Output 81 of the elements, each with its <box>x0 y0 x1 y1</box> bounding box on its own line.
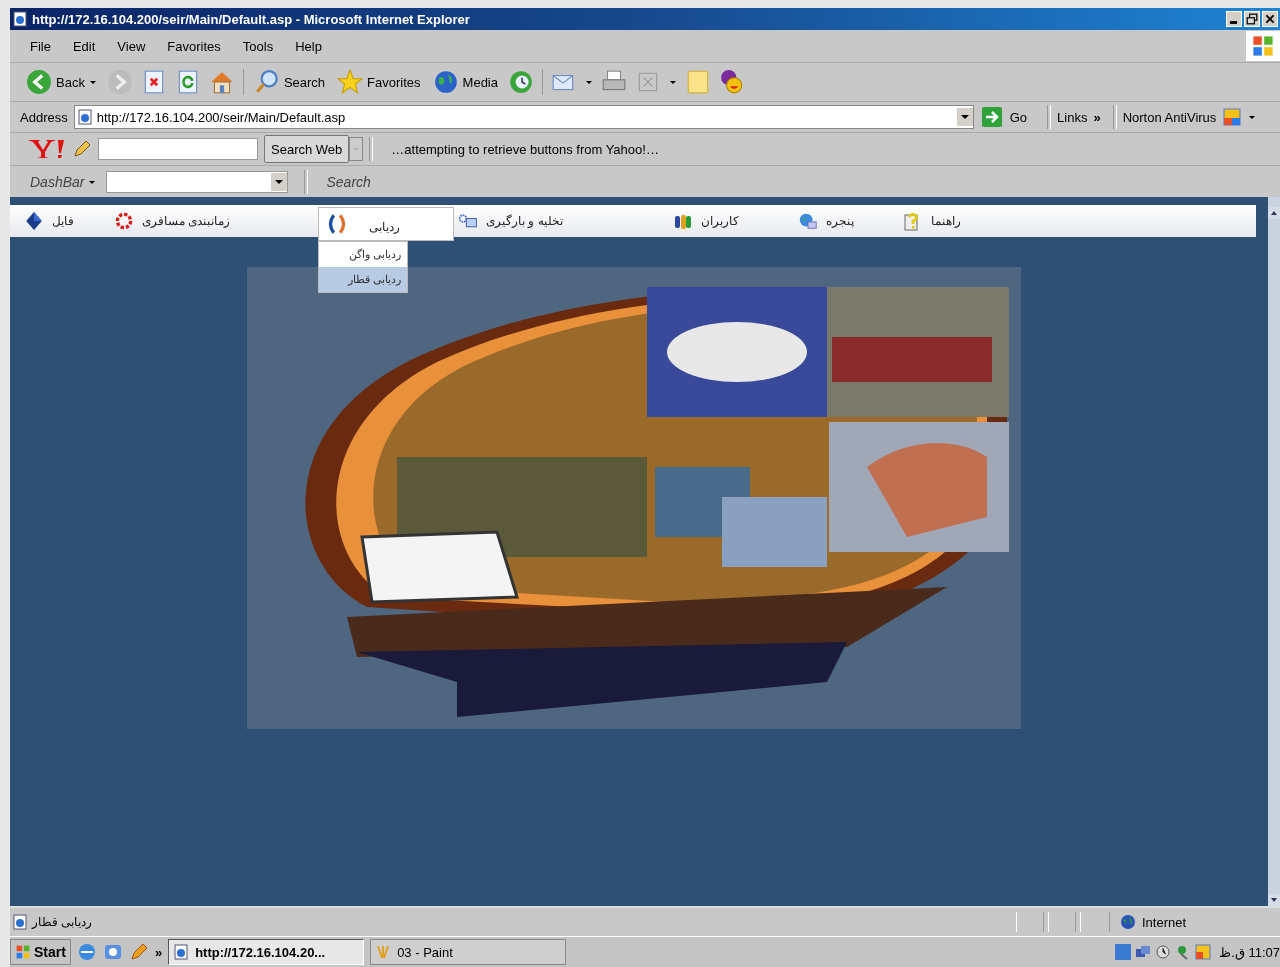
norton-label[interactable]: Norton AntiVirus <box>1122 109 1217 125</box>
network-icon[interactable] <box>1135 944 1152 960</box>
globe-icon <box>1120 914 1136 930</box>
menu-item[interactable]: Favorites <box>167 38 221 54</box>
search-web-button[interactable]: Search Web <box>264 135 350 163</box>
menu-item[interactable]: View <box>117 38 146 54</box>
menu-item[interactable]: File <box>30 38 51 54</box>
menu-item[interactable]: Tools <box>242 38 274 54</box>
language-icon[interactable] <box>1115 944 1132 960</box>
chevron[interactable]: » <box>1093 109 1101 125</box>
globe-window-icon <box>798 211 818 231</box>
nav-menu-item[interactable]: تخلیه و بارگیری <box>454 205 669 237</box>
clock: 11:07 ق.ظ <box>1219 944 1280 960</box>
status-bar-cell <box>1016 912 1044 932</box>
scroll-up-icon[interactable] <box>1268 207 1280 219</box>
star-icon <box>337 69 364 95</box>
history-icon[interactable] <box>508 69 534 95</box>
status-bar-cell <box>1048 912 1076 932</box>
toolbar-button[interactable]: Favorites <box>335 67 423 97</box>
close-icon <box>1264 13 1276 25</box>
y-logo-icon <box>26 137 66 161</box>
window-grid-icon[interactable] <box>1195 944 1212 960</box>
toolbar-button[interactable]: Media <box>430 67 500 97</box>
nav-menu-item[interactable]: پنجره <box>794 205 899 237</box>
caret-icon <box>88 78 97 86</box>
mail-icon[interactable] <box>102 942 123 962</box>
browser-icon[interactable] <box>76 942 97 962</box>
zone-label: Internet <box>1142 914 1187 930</box>
pencil-icon[interactable] <box>72 139 92 159</box>
taskbar-button[interactable]: 03 - Paint <box>370 939 567 965</box>
go-button[interactable]: Go <box>979 107 1042 127</box>
dashbar-menu[interactable]: DashBar <box>30 173 85 190</box>
status-text: ردیابی قطار <box>32 915 93 929</box>
caret-icon[interactable] <box>669 78 677 86</box>
scroll-bar[interactable] <box>1268 197 1280 906</box>
gear-icon <box>114 211 134 231</box>
links-label[interactable]: Links <box>1057 109 1088 125</box>
dropdown-item[interactable]: ردیابی قطار <box>319 267 407 292</box>
address-label: Address <box>20 109 68 125</box>
restore-button[interactable] <box>1244 11 1260 27</box>
dashbar-field[interactable] <box>106 170 289 193</box>
page-icon <box>12 11 28 27</box>
menu-item[interactable]: Edit <box>72 38 96 54</box>
toolbar-button[interactable]: Search <box>251 67 328 97</box>
caret-icon[interactable] <box>585 78 593 86</box>
pencil-icon[interactable] <box>128 942 149 962</box>
smiley-icon[interactable] <box>719 69 745 95</box>
close-button[interactable] <box>1262 11 1278 27</box>
paint-brushes-icon <box>375 944 392 960</box>
page-icon <box>173 944 190 960</box>
restore-icon <box>1246 13 1258 25</box>
address-field[interactable]: http://172.16.104.200/seir/Main/Default.asp <box>73 105 974 129</box>
nav-menu-item[interactable]: راهنما <box>899 205 1019 237</box>
taskbar-button[interactable]: http://172.16.104.20... <box>168 939 365 965</box>
minimize-button[interactable] <box>1226 11 1242 27</box>
caret-icon[interactable] <box>1248 113 1257 121</box>
search-input[interactable] <box>98 138 258 160</box>
dropdown-item[interactable]: ردیابی واگن <box>319 242 407 267</box>
minimize-icon <box>1230 21 1237 24</box>
start-button[interactable]: Start <box>10 939 71 965</box>
globe-icon <box>432 69 459 95</box>
nav-menu-item[interactable]: زمانبندی مسافری <box>110 205 318 237</box>
diamond-icon <box>24 211 44 231</box>
status-message: …attempting to retrieve buttons from Yahoo!… <box>391 141 659 157</box>
clock-icon[interactable] <box>1155 944 1172 960</box>
window-grid-icon[interactable] <box>1222 107 1243 127</box>
windows-logo-icon <box>15 944 31 960</box>
windows-logo <box>1246 31 1280 61</box>
scroll-down-icon[interactable] <box>1268 894 1280 906</box>
menu-item[interactable]: Help <box>295 38 322 54</box>
chevron[interactable]: » <box>154 944 163 960</box>
arrow-icon <box>981 107 1002 127</box>
nav-menu-item[interactable]: فایل <box>20 205 110 237</box>
search-icon <box>253 69 280 95</box>
page-icon <box>12 914 28 930</box>
toolbar-button[interactable]: Back <box>24 67 99 97</box>
status-bar-cell <box>1080 912 1110 932</box>
page-icon <box>76 109 93 125</box>
window-title: http://172.16.104.200/seir/Main/Default.asp - Microsoft Internet Explorer <box>32 11 471 27</box>
nav-menu-item[interactable]: کاربران <box>669 205 794 237</box>
dashbar-search[interactable]: Search <box>326 173 371 190</box>
